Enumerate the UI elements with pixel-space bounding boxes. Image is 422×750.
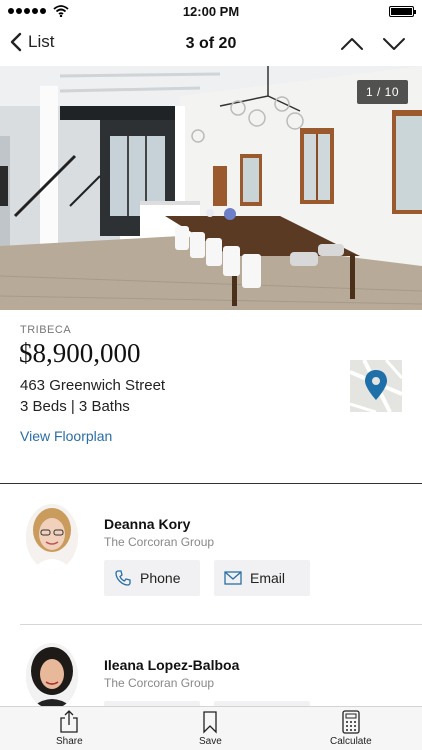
share-icon — [60, 710, 78, 733]
calculate-button[interactable]: Calculate — [330, 710, 372, 747]
previous-listing-button[interactable] — [340, 34, 364, 54]
calculator-icon — [342, 710, 360, 734]
listing-address: 463 Greenwich Street — [20, 377, 166, 394]
share-button[interactable]: Share — [56, 710, 83, 747]
agent-name: Ileana Lopez-Balboa — [104, 657, 240, 673]
nav-bar: List 3 of 20 — [0, 22, 422, 66]
agent-card: Ileana Lopez-Balboa The Corcoran Group — [0, 625, 422, 706]
save-button[interactable]: Save — [199, 710, 222, 747]
wifi-icon — [53, 5, 69, 17]
chevron-down-icon — [383, 38, 405, 50]
bottom-toolbar: Share Save Calculate — [0, 706, 422, 750]
listing-details: TRIBECA $8,900,000 463 Greenwich Street … — [0, 310, 422, 484]
listing-photo[interactable]: 1 / 10 — [0, 66, 422, 310]
neighborhood-label: TRIBECA — [20, 324, 72, 336]
view-floorplan-link[interactable]: View Floorplan — [20, 428, 112, 444]
bookmark-icon — [203, 711, 218, 734]
signal-icon — [8, 5, 69, 17]
email-label: Email — [250, 570, 286, 586]
agent-avatar — [26, 643, 78, 706]
phone-icon — [115, 570, 131, 586]
share-label: Share — [56, 736, 83, 747]
listing-price: $8,900,000 — [19, 338, 141, 368]
photo-counter-badge: 1 / 10 — [356, 80, 408, 104]
agent-card: Deanna Kory The Corcoran Group Phone Ema… — [0, 484, 422, 624]
chevron-up-icon — [341, 38, 363, 50]
email-icon — [224, 571, 242, 585]
agent-avatar — [26, 504, 78, 570]
phone-label: Phone — [140, 570, 181, 586]
agent-name: Deanna Kory — [104, 516, 191, 532]
phone-button[interactable]: Phone — [104, 560, 200, 596]
map-pin-icon — [350, 360, 402, 412]
status-bar: 12:00 PM — [0, 0, 422, 22]
map-thumbnail[interactable] — [350, 360, 402, 412]
email-button[interactable]: Email — [214, 560, 310, 596]
agent-company: The Corcoran Group — [104, 676, 215, 690]
battery-icon — [389, 5, 416, 17]
next-listing-button[interactable] — [382, 34, 406, 54]
beds-baths: 3 Beds | 3 Baths — [20, 398, 130, 415]
save-label: Save — [199, 736, 222, 747]
agent-company: The Corcoran Group — [104, 535, 215, 549]
calculate-label: Calculate — [330, 736, 372, 747]
